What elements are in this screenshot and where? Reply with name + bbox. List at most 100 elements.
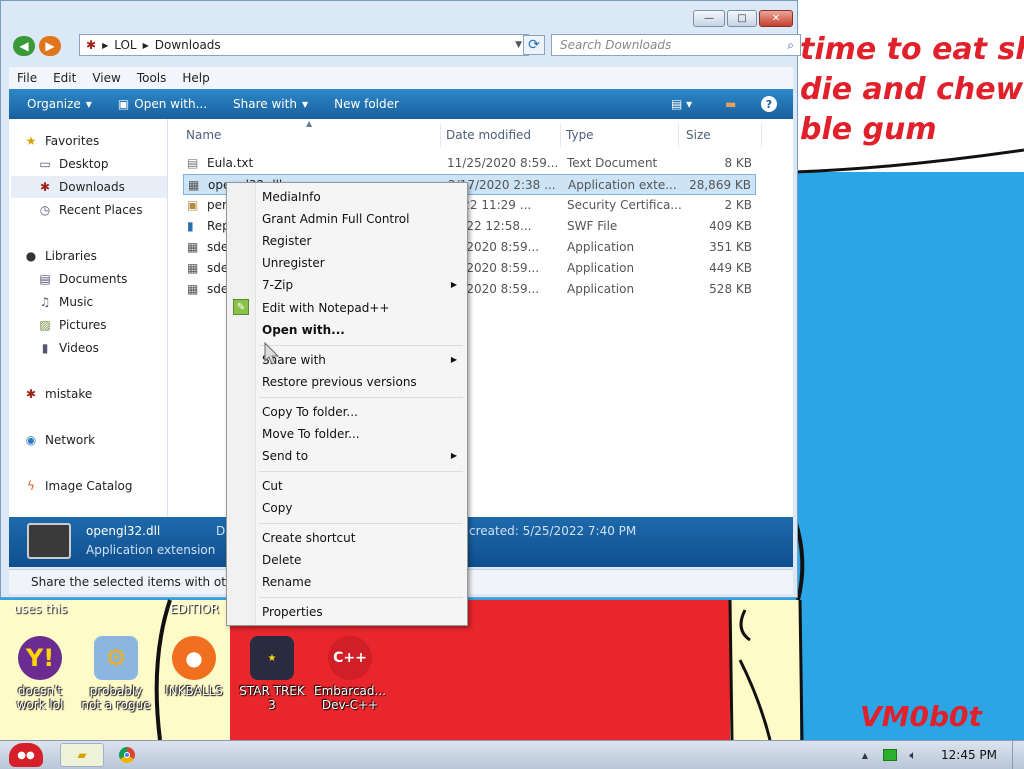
- menu-item-properties[interactable]: Properties: [257, 601, 463, 622]
- certificate-icon: ▣: [187, 198, 199, 212]
- angry-bird-icon: ●●: [9, 743, 43, 767]
- address-bar[interactable]: ✱ ▶ LOL ▶ Downloads ▼: [79, 34, 529, 56]
- menu-item-grant-admin[interactable]: Grant Admin Full Control: [257, 208, 463, 229]
- sidebar-item-favorites[interactable]: ★ Favorites: [23, 130, 179, 152]
- sidebar-item-label: Image Catalog: [45, 479, 133, 493]
- file-size: 8 KB: [724, 156, 752, 170]
- status-text: Share the selected items with othe: [31, 575, 241, 589]
- menu-item-cut[interactable]: Cut: [257, 475, 463, 496]
- breadcrumb-item-lol[interactable]: LOL: [114, 38, 136, 52]
- back-button[interactable]: ◀: [13, 36, 35, 56]
- desktop-icon-yahoo[interactable]: Y! doesn't work lol: [4, 636, 76, 712]
- menu-view[interactable]: View: [84, 71, 128, 85]
- volume-icon[interactable]: 🔈︎: [904, 743, 922, 767]
- sidebar-item-libraries[interactable]: ● Libraries: [23, 245, 179, 267]
- new-folder-button[interactable]: New folder: [334, 97, 399, 111]
- swf-file-icon: ▮: [187, 219, 194, 233]
- details-created: created: 5/25/2022 7:40 PM: [469, 524, 637, 538]
- menu-item-create-shortcut[interactable]: Create shortcut: [257, 527, 463, 548]
- file-type: Application: [567, 261, 635, 275]
- sidebar-item-label: Music: [59, 295, 94, 309]
- menu-item-register[interactable]: Register: [257, 230, 463, 251]
- breadcrumb-item-downloads[interactable]: Downloads: [155, 38, 221, 52]
- inkball-icon: ●: [172, 636, 216, 680]
- dll-file-icon: ▦: [188, 178, 200, 192]
- menu-edit[interactable]: Edit: [45, 71, 84, 85]
- preview-pane-icon[interactable]: ▬: [725, 97, 736, 111]
- menu-item-label: 7-Zip: [262, 277, 294, 292]
- title-bar[interactable]: — □ ✕: [1, 1, 797, 31]
- maximize-button[interactable]: □: [727, 10, 757, 27]
- organize-button[interactable]: Organize ▼: [27, 97, 92, 111]
- menu-item-rename[interactable]: Rename: [257, 571, 463, 592]
- file-type: Security Certifica...: [567, 198, 682, 212]
- menu-item-share-with[interactable]: Share with ▶: [257, 349, 463, 370]
- desktop-icon-label: doesn't work lol: [16, 684, 64, 712]
- sidebar-item-label: Downloads: [59, 180, 125, 194]
- dev-cpp-icon: C++: [328, 636, 372, 680]
- menu-item-restore-versions[interactable]: Restore previous versions: [257, 371, 463, 392]
- desktop-icon-dev-cpp[interactable]: C++ Embarcad... Dev-C++: [314, 636, 386, 712]
- share-with-button[interactable]: Share with ▼: [233, 97, 308, 111]
- close-button[interactable]: ✕: [759, 10, 793, 27]
- forward-button[interactable]: ▶: [39, 36, 61, 56]
- chevron-down-icon: ▼: [301, 99, 309, 109]
- column-header-name[interactable]: Name: [183, 123, 441, 147]
- start-button[interactable]: ●●: [4, 743, 48, 767]
- menu-item-7zip[interactable]: 7-Zip ▶: [257, 274, 463, 295]
- menu-item-open-with[interactable]: Open with...: [257, 319, 463, 340]
- show-hidden-icons-icon[interactable]: ▲: [858, 743, 872, 767]
- search-placeholder: Search Downloads: [560, 38, 672, 52]
- column-header-type[interactable]: Type: [561, 123, 679, 147]
- sidebar-item-downloads[interactable]: ✱ Downloads: [11, 176, 167, 198]
- column-header-size[interactable]: Size: [681, 123, 762, 147]
- chrome-button[interactable]: [112, 743, 142, 767]
- help-icon[interactable]: ?: [761, 96, 777, 112]
- menu-item-unregister[interactable]: Unregister: [257, 252, 463, 273]
- network-tray-icon[interactable]: [882, 743, 898, 767]
- wallpaper-signature: VM0b0t: [860, 700, 982, 733]
- chevron-down-icon: ▼: [85, 99, 92, 109]
- refresh-button[interactable]: ⟳: [523, 35, 545, 55]
- wallpaper-label-uses-this: uses this: [14, 602, 68, 616]
- sidebar-item-image-catalog[interactable]: ϟ Image Catalog: [23, 475, 179, 497]
- desktop-icon-rogue[interactable]: ⚙ probably not a rogue: [80, 636, 152, 712]
- menu-item-edit-notepad[interactable]: Edit with Notepad++: [257, 297, 463, 318]
- folder-bug-icon: ✱: [86, 38, 97, 52]
- gear-monitor-icon: ⚙: [94, 636, 138, 680]
- menu-item-send-to[interactable]: Send to ▶: [257, 445, 463, 466]
- menu-help[interactable]: Help: [174, 71, 217, 85]
- menu-file[interactable]: File: [9, 71, 45, 85]
- sidebar-item-mistake[interactable]: ✱ mistake: [23, 383, 179, 405]
- desktop-icon-inkballs[interactable]: ● INKBALLS: [158, 636, 230, 698]
- clock[interactable]: 12:45 PM: [934, 743, 1004, 767]
- menu-item-move-to-folder[interactable]: Move To folder...: [257, 423, 463, 444]
- address-dropdown-icon[interactable]: ▼: [515, 40, 522, 50]
- sidebar-item-label: mistake: [45, 387, 93, 401]
- view-options-icon[interactable]: ▤ ▾: [671, 97, 692, 111]
- open-with-button[interactable]: ▣ Open with...: [118, 97, 207, 111]
- new-folder-label: New folder: [334, 97, 399, 111]
- menu-item-delete[interactable]: Delete: [257, 549, 463, 570]
- menu-item-copy[interactable]: Copy: [257, 497, 463, 518]
- column-header-date[interactable]: Date modified: [441, 123, 561, 147]
- minimize-button[interactable]: —: [693, 10, 725, 27]
- search-input[interactable]: Search Downloads ⌕: [551, 34, 801, 56]
- application-icon: ▦: [187, 282, 199, 296]
- search-icon[interactable]: ⌕: [787, 38, 794, 53]
- file-size: 2 KB: [724, 198, 752, 212]
- menu-bar: File Edit View Tools Help: [9, 67, 793, 89]
- menu-item-mediainfo[interactable]: MediaInfo: [257, 186, 463, 207]
- menu-item-copy-to-folder[interactable]: Copy To folder...: [257, 401, 463, 422]
- menu-tools[interactable]: Tools: [129, 71, 175, 85]
- desktop-icon: ▭: [39, 157, 51, 171]
- table-row[interactable]: ▤ Eula.txt 11/25/2020 8:59... Text Docum…: [183, 153, 756, 174]
- catalog-icon: ϟ: [27, 479, 35, 493]
- desktop-icon-star-trek[interactable]: ★ STAR TREK 3: [236, 636, 308, 712]
- explorer-button[interactable]: ▰: [60, 743, 104, 767]
- sidebar-item-network[interactable]: ◉ Network: [23, 429, 179, 451]
- sidebar-item-label: Network: [45, 433, 96, 447]
- show-desktop-button[interactable]: [1012, 741, 1024, 769]
- submenu-arrow-icon: ▶: [450, 280, 457, 289]
- menu-separator: [259, 397, 463, 398]
